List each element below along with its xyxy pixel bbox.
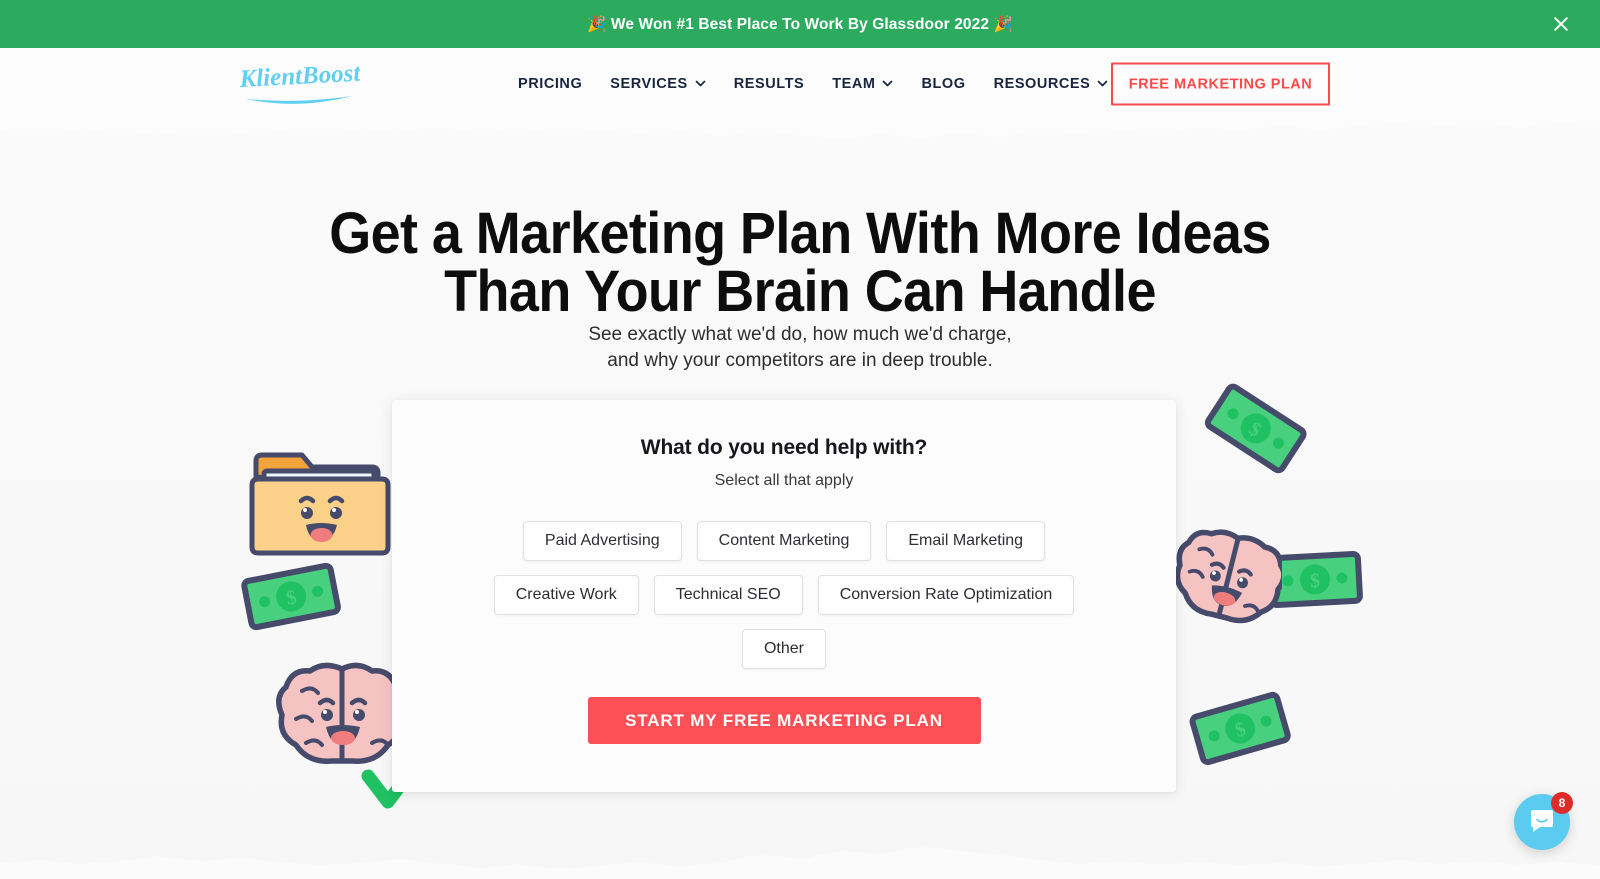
submit-row: START MY FREE MARKETING PLAN	[392, 697, 1176, 744]
brain-character-illustration	[1172, 529, 1282, 637]
page-subtitle-line-1: See exactly what we'd do, how much we'd …	[588, 324, 1012, 345]
folder-character-illustration	[246, 447, 396, 562]
nav-item-services[interactable]: SERVICES	[596, 70, 719, 98]
page-title-line-1: Get a Marketing Plan With More Ideas	[329, 201, 1271, 266]
site-header: KlientBoost PRICING SERVICES RESULTS TEA…	[0, 48, 1600, 120]
close-icon[interactable]	[1548, 11, 1574, 37]
brain-character-illustration	[272, 659, 412, 774]
form-subtitle: Select all that apply	[714, 472, 854, 489]
options-row: Paid Advertising Content Marketing Email…	[428, 521, 1140, 561]
nav-label: BLOG	[921, 76, 966, 92]
page-subtitle: See exactly what we'd do, how much we'd …	[0, 322, 1600, 374]
options-row: Creative Work Technical SEO Conversion R…	[428, 575, 1140, 615]
page-title-line-2: Than Your Brain Can Handle	[444, 259, 1156, 324]
option-other[interactable]: Other	[741, 629, 826, 669]
options-row: Other	[428, 629, 1140, 669]
announcement-banner: 🎉 We Won #1 Best Place To Work By Glassd…	[0, 0, 1600, 48]
svg-text:$: $	[1309, 570, 1320, 592]
marketing-plan-form-card: What do you need help with? Select all t…	[392, 400, 1176, 792]
klientboost-logo[interactable]: KlientBoost	[238, 61, 360, 107]
nav-item-blog[interactable]: BLOG	[907, 70, 979, 98]
main-navigation: PRICING SERVICES RESULTS TEAM BLOG RESOU…	[518, 70, 1122, 98]
intercom-chat-launcher[interactable]: 8	[1514, 792, 1573, 850]
help-options-group: Paid Advertising Content Marketing Email…	[392, 521, 1176, 669]
nav-label: PRICING	[518, 76, 583, 92]
free-marketing-plan-button[interactable]: FREE MARKETING PLAN	[1111, 62, 1330, 106]
chevron-down-icon	[695, 78, 706, 89]
svg-text:KlientBoost: KlientBoost	[238, 61, 360, 93]
dollar-bill-illustration: $	[1186, 685, 1294, 771]
nav-item-resources[interactable]: RESOURCES	[980, 70, 1123, 98]
option-email-marketing[interactable]: Email Marketing	[886, 521, 1046, 561]
option-content-marketing[interactable]: Content Marketing	[696, 521, 872, 561]
announcement-text: 🎉 We Won #1 Best Place To Work By Glassd…	[587, 15, 1013, 33]
nav-item-pricing[interactable]: PRICING	[518, 70, 596, 98]
svg-text:$: $	[1245, 418, 1265, 442]
chevron-down-icon	[882, 78, 893, 89]
nav-label: RESULTS	[733, 76, 805, 92]
dollar-bill-illustration: $	[238, 557, 344, 635]
nav-label: SERVICES	[610, 76, 688, 92]
dollar-bill-illustration: $	[1263, 544, 1367, 616]
unread-count-badge: 8	[1551, 792, 1573, 814]
chat-bubble-icon	[1531, 810, 1553, 832]
page-subtitle-line-2: and why your competitors are in deep tro…	[607, 350, 993, 371]
nav-label: RESOURCES	[993, 76, 1091, 92]
page-title: Get a Marketing Plan With More Ideas Tha…	[56, 205, 1544, 321]
option-conversion-rate-optimization[interactable]: Conversion Rate Optimization	[817, 575, 1075, 615]
form-title: What do you need help with?	[640, 436, 928, 459]
dollar-bill-illustration: $	[1203, 373, 1309, 483]
option-creative-work[interactable]: Creative Work	[493, 575, 639, 615]
chevron-down-icon	[1097, 78, 1108, 89]
svg-text:$: $	[1233, 718, 1249, 742]
option-paid-advertising[interactable]: Paid Advertising	[522, 521, 682, 561]
svg-text:$: $	[284, 586, 298, 610]
nav-label: TEAM	[832, 76, 876, 92]
nav-item-team[interactable]: TEAM	[818, 70, 907, 98]
start-free-marketing-plan-button[interactable]: START MY FREE MARKETING PLAN	[587, 697, 981, 744]
option-technical-seo[interactable]: Technical SEO	[653, 575, 803, 615]
nav-item-results[interactable]: RESULTS	[720, 70, 818, 98]
hero-section: Get a Marketing Plan With More Ideas Tha…	[0, 120, 1600, 879]
